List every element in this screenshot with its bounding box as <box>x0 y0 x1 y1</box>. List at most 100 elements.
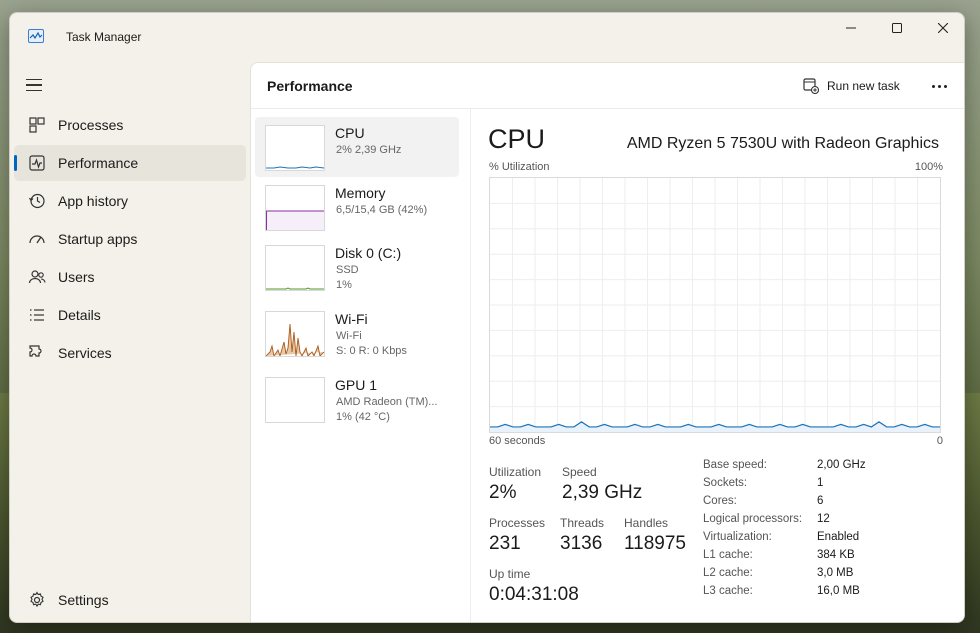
main-header: Performance Run new task <box>251 63 964 109</box>
sidebar-nav: Processes Performance App history Startu… <box>10 105 250 373</box>
stat-value: 231 <box>489 533 521 554</box>
device-item-gpu[interactable]: GPU 1 AMD Radeon (TM)... 1% (42 °C) <box>255 369 459 429</box>
cpu-specs-table: Base speed: 2,00 GHz Sockets: 1 Cores: 6 Lo… <box>703 459 943 603</box>
spec-key: Logical processors: <box>703 513 803 525</box>
sidebar-item-users[interactable]: Users <box>14 259 246 295</box>
spec-value: 384 KB <box>817 549 855 561</box>
device-subtext: AMD Radeon (TM)... <box>336 396 438 408</box>
device-subtext: 1% <box>336 279 352 291</box>
gear-icon <box>30 591 44 608</box>
device-subtext: 1% (42 °C) <box>336 411 390 423</box>
spec-value: 12 <box>817 513 830 525</box>
close-button[interactable] <box>920 13 964 43</box>
close-icon <box>938 23 948 33</box>
graph-time-start-label: 60 seconds <box>489 435 546 447</box>
wifi-thumbnail-graph <box>265 311 325 357</box>
more-dots-icon <box>931 84 935 88</box>
stat-value: 0:04:31:08 <box>489 584 579 605</box>
cpu-graph-svg <box>490 178 940 432</box>
sidebar-item-label: Details <box>58 307 101 323</box>
hamburger-menu-button[interactable] <box>24 77 44 93</box>
device-subtext: 6,5/15,4 GB (42%) <box>336 204 428 216</box>
sidebar-item-processes[interactable]: Processes <box>14 107 246 143</box>
spec-row: Cores: 6 <box>703 495 943 513</box>
device-subtext: 2% 2,39 GHz <box>336 144 402 156</box>
device-subtext: Wi-Fi <box>336 330 362 342</box>
device-name: GPU 1 <box>335 377 378 393</box>
app-title: Task Manager <box>66 30 142 44</box>
more-options-button[interactable] <box>927 75 951 97</box>
device-item-memory[interactable]: Memory 6,5/15,4 GB (42%) <box>255 177 459 237</box>
spec-row: L3 cache: 16,0 MB <box>703 585 943 603</box>
run-new-task-label: Run new task <box>827 79 900 93</box>
stat-label: Handles <box>624 516 669 530</box>
device-subtext: S: 0 R: 0 Kbps <box>336 345 407 357</box>
device-item-cpu[interactable]: CPU 2% 2,39 GHz <box>255 117 459 177</box>
stat-label: Threads <box>560 516 605 530</box>
performance-icon <box>29 155 45 171</box>
stat-value: 118975 <box>624 533 686 554</box>
spec-key: Virtualization: <box>703 531 772 543</box>
spec-value: 1 <box>817 477 824 489</box>
maximize-button[interactable] <box>874 13 920 43</box>
stat-utilization: Utilization 2% <box>489 465 541 504</box>
sidebar-item-label: Users <box>58 269 95 285</box>
run-task-icon <box>803 78 819 94</box>
run-new-task-button[interactable]: Run new task <box>803 78 900 94</box>
sidebar-item-settings[interactable]: Settings <box>14 582 246 618</box>
spec-row: L1 cache: 384 KB <box>703 549 943 567</box>
device-item-wifi[interactable]: Wi-Fi Wi-Fi S: 0 R: 0 Kbps <box>255 303 459 363</box>
utilization-axis-label: % Utilization <box>489 161 550 173</box>
device-name: Wi-Fi <box>335 311 368 327</box>
spec-key: Sockets: <box>703 477 748 489</box>
sidebar-item-label: Startup apps <box>58 231 138 247</box>
spec-key: L1 cache: <box>703 549 753 561</box>
spec-key: L3 cache: <box>703 585 753 597</box>
main-panel: Performance Run new task CPU 2% 2,39 GHz <box>250 62 964 622</box>
details-icon <box>30 309 44 321</box>
detail-title: CPU <box>488 124 546 154</box>
stat-value: 2,39 GHz <box>562 482 643 503</box>
page-title: Performance <box>267 78 353 94</box>
task-manager-window: Task Manager Processes Performance App h… <box>9 12 965 623</box>
stat-handles: Handles 118975 <box>624 516 686 555</box>
device-name: CPU <box>335 125 365 141</box>
sidebar-item-label: Services <box>58 345 112 361</box>
device-list: CPU 2% 2,39 GHz Memory 6,5/15,4 GB (42%)… <box>251 109 471 622</box>
spec-value: 3,0 MB <box>817 567 854 579</box>
utilization-max-label: 100% <box>914 161 943 173</box>
task-manager-app-icon <box>28 29 44 43</box>
spec-key: Base speed: <box>703 459 767 471</box>
sidebar-item-app-history[interactable]: App history <box>14 183 246 219</box>
sidebar-item-label: Processes <box>58 117 124 133</box>
sidebar-item-label: App history <box>58 193 129 209</box>
memory-thumbnail-graph <box>265 185 325 231</box>
maximize-icon <box>892 23 902 33</box>
startup-apps-icon <box>29 235 45 244</box>
hamburger-icon <box>26 79 42 81</box>
gpu-thumbnail-graph <box>265 377 325 423</box>
spec-key: Cores: <box>703 495 737 507</box>
device-subtext: SSD <box>336 264 359 276</box>
app-history-icon <box>28 193 45 209</box>
spec-value: Enabled <box>817 531 860 543</box>
spec-row: L2 cache: 3,0 MB <box>703 567 943 585</box>
stat-threads: Threads 3136 <box>560 516 604 555</box>
sidebar-item-details[interactable]: Details <box>14 297 246 333</box>
sidebar-item-services[interactable]: Services <box>14 335 246 371</box>
device-item-disk[interactable]: Disk 0 (C:) SSD 1% <box>255 237 459 297</box>
users-icon <box>28 270 46 284</box>
stat-label: Utilization <box>489 465 542 479</box>
spec-row: Base speed: 2,00 GHz <box>703 459 943 477</box>
graph-time-end-label: 0 <box>936 435 943 447</box>
disk-thumbnail-graph <box>265 245 325 291</box>
spec-key: L2 cache: <box>703 567 753 579</box>
spec-row: Logical processors: 12 <box>703 513 943 531</box>
device-name: Memory <box>335 185 386 201</box>
sidebar-item-startup-apps[interactable]: Startup apps <box>14 221 246 257</box>
sidebar-item-performance[interactable]: Performance <box>14 145 246 181</box>
minimize-button[interactable] <box>828 13 874 43</box>
stat-uptime: Up time 0:04:31:08 <box>489 567 579 606</box>
services-icon <box>29 345 42 357</box>
stat-value: 2% <box>489 482 517 503</box>
